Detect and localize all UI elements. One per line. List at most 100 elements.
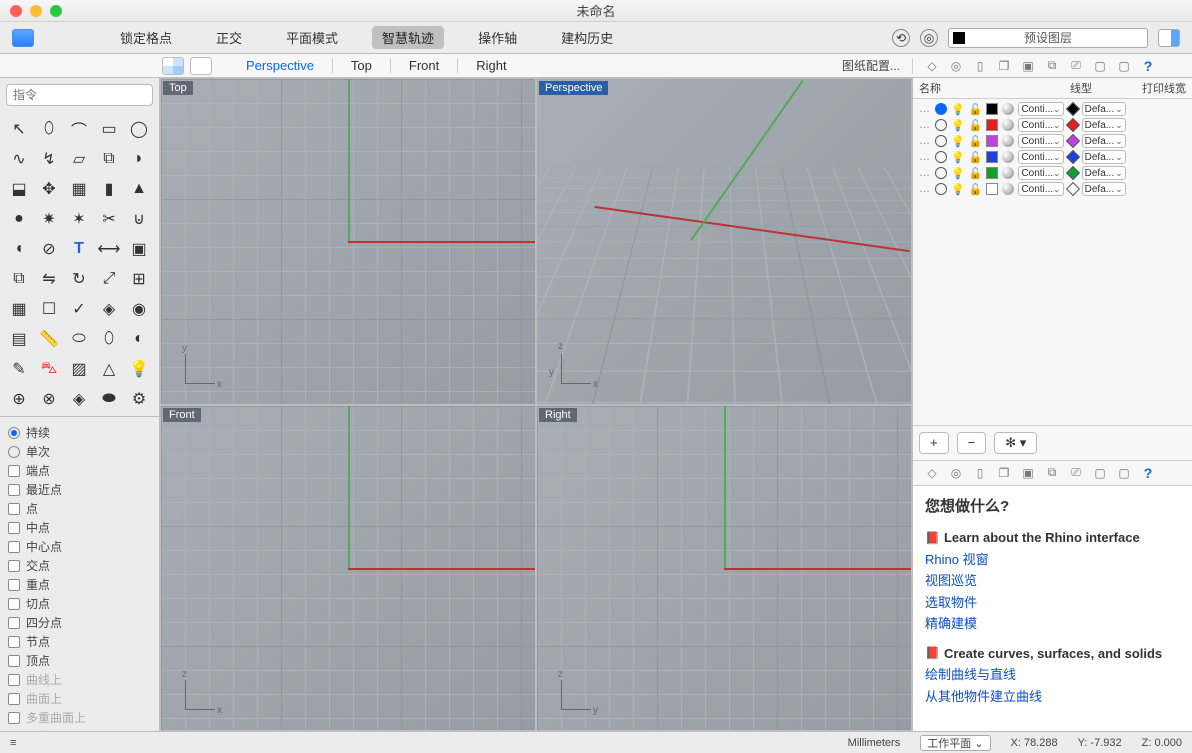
osnap-vertex[interactable]: 顶点 <box>8 651 151 670</box>
select-icon[interactable]: ☐ <box>36 296 62 322</box>
aid-history[interactable]: 建构历史 <box>551 26 623 49</box>
tool44-icon[interactable]: △ <box>96 356 122 382</box>
tool46-icon[interactable]: ⊕ <box>6 386 32 412</box>
display-icon[interactable]: ⎚ <box>1067 465 1085 481</box>
lock-icon[interactable]: 🔓 <box>969 119 983 132</box>
osnap-knot[interactable]: 节点 <box>8 632 151 651</box>
osnap-tan[interactable]: 切点 <box>8 594 151 613</box>
viewport-layout-icon[interactable] <box>162 57 184 75</box>
fillet-icon[interactable]: ◖ <box>6 236 32 262</box>
aid-gumball[interactable]: 操作轴 <box>468 26 527 49</box>
check-icon[interactable]: ✓ <box>66 296 92 322</box>
materials-icon[interactable]: ⧉ <box>1043 58 1061 74</box>
osnap-oneshot[interactable]: 单次 <box>8 442 151 461</box>
help-icon[interactable]: ? <box>1139 58 1157 74</box>
car-icon[interactable]: ⛍ <box>36 356 62 382</box>
tool47-icon[interactable]: ⊗ <box>36 386 62 412</box>
light-icon[interactable]: 💡 <box>126 356 152 382</box>
panel-toggle-icon[interactable] <box>1158 29 1180 47</box>
record-icon[interactable]: ⟲ <box>892 29 910 47</box>
layout-config-link[interactable]: 图纸配置... <box>842 57 900 74</box>
move-icon[interactable]: ✥ <box>36 176 62 202</box>
layer-row[interactable]: … 💡 🔓 Conti... Defa... <box>913 165 1192 181</box>
linetype-dropdown[interactable]: Conti... <box>1018 118 1063 132</box>
tool49-icon[interactable]: ⬬ <box>96 386 122 412</box>
osnap-end[interactable]: 端点 <box>8 461 151 480</box>
mirror-icon[interactable]: ⇋ <box>36 266 62 292</box>
pipe-icon[interactable]: ◗ <box>126 146 152 172</box>
tab-front[interactable]: Front <box>390 58 457 73</box>
camera-icon[interactable]: ▣ <box>1019 465 1037 481</box>
layer-row[interactable]: … 💡 🔓 Conti... Defa... <box>913 101 1192 117</box>
sphere-icon[interactable]: ● <box>6 206 32 232</box>
aid-smarttrack[interactable]: 智慧轨迹 <box>372 26 444 49</box>
print-color-icon[interactable] <box>1066 102 1080 116</box>
group-icon[interactable]: ▣ <box>126 236 152 262</box>
gear-icon[interactable]: ✷ <box>36 206 62 232</box>
minimize-icon[interactable] <box>30 5 42 17</box>
scale-icon[interactable]: ⤢ <box>96 266 122 292</box>
visibility-icon[interactable]: 💡 <box>951 151 965 164</box>
color-swatch[interactable] <box>986 151 998 163</box>
linetype-dropdown[interactable]: Conti... <box>1018 102 1063 116</box>
screen-icon[interactable]: ▢ <box>1091 465 1109 481</box>
osnap-int[interactable]: 交点 <box>8 556 151 575</box>
measure-icon[interactable]: 📏 <box>36 326 62 352</box>
visibility-icon[interactable]: 💡 <box>951 103 965 116</box>
menu-icon[interactable]: ≡ <box>10 737 15 749</box>
current-layer-icon[interactable] <box>935 103 947 115</box>
lasso-icon[interactable]: ⬯ <box>36 116 62 142</box>
explode-icon[interactable]: ✶ <box>66 206 92 232</box>
osnap-near[interactable]: 最近点 <box>8 480 151 499</box>
sun-icon[interactable]: ◎ <box>947 465 965 481</box>
lock-icon[interactable]: 🔓 <box>969 151 983 164</box>
close-icon[interactable] <box>10 5 22 17</box>
viewport-right[interactable]: Right yz <box>537 406 911 731</box>
help-link-window[interactable]: Rhino 视窗 <box>925 550 1180 570</box>
command-input[interactable] <box>6 84 153 106</box>
text-icon[interactable]: T <box>66 236 92 262</box>
box-icon[interactable]: ❐ <box>995 465 1013 481</box>
lock-icon[interactable]: 🔓 <box>969 135 983 148</box>
current-layer-icon[interactable] <box>935 151 947 163</box>
linetype-dropdown[interactable]: Conti... <box>1018 182 1063 196</box>
mesh-icon[interactable]: ◈ <box>96 296 122 322</box>
printwidth-dropdown[interactable]: Defa... <box>1082 118 1126 132</box>
aid-ortho[interactable]: 正交 <box>206 26 252 49</box>
osnap-point[interactable]: 点 <box>8 499 151 518</box>
document-icon[interactable]: ▯ <box>971 465 989 481</box>
screen2-icon[interactable]: ▢ <box>1115 58 1133 74</box>
rotate-icon[interactable]: ↻ <box>66 266 92 292</box>
viewport-perspective[interactable]: Perspective xzy <box>537 79 911 404</box>
printwidth-dropdown[interactable]: Defa... <box>1082 182 1126 196</box>
linetype-dropdown[interactable]: Conti... <box>1018 166 1063 180</box>
screen2-icon[interactable]: ▢ <box>1115 465 1133 481</box>
print-color-icon[interactable] <box>1066 182 1080 196</box>
print-color-icon[interactable] <box>1066 166 1080 180</box>
layers-icon[interactable]: ◇ <box>923 58 941 74</box>
tab-perspective[interactable]: Perspective <box>228 58 332 73</box>
dim-icon[interactable]: ⟷ <box>96 236 122 262</box>
polyline-icon[interactable]: ↯ <box>36 146 62 172</box>
tab-top[interactable]: Top <box>332 58 390 73</box>
document-icon[interactable]: ▯ <box>971 58 989 74</box>
print-color-icon[interactable] <box>1066 150 1080 164</box>
osnap-quad[interactable]: 四分点 <box>8 613 151 632</box>
material-icon[interactable] <box>1002 167 1014 179</box>
layer-row[interactable]: … 💡 🔓 Conti... Defa... <box>913 149 1192 165</box>
color-swatch[interactable] <box>986 135 998 147</box>
osnap-perp[interactable]: 重点 <box>8 575 151 594</box>
osnap-mid[interactable]: 中点 <box>8 518 151 537</box>
material-icon[interactable] <box>1002 135 1014 147</box>
osnap-persistent[interactable]: 持续 <box>8 423 151 442</box>
material-icon[interactable] <box>1002 103 1014 115</box>
materials-icon[interactable]: ⧉ <box>1043 465 1061 481</box>
linetype-dropdown[interactable]: Conti... <box>1018 150 1063 164</box>
sidebar-toggle-icon[interactable] <box>12 29 34 47</box>
curve-icon[interactable]: ∿ <box>6 146 32 172</box>
printwidth-dropdown[interactable]: Defa... <box>1082 102 1126 116</box>
viewport-top[interactable]: Top xy <box>161 79 535 404</box>
screen-icon[interactable]: ▢ <box>1091 58 1109 74</box>
join-icon[interactable]: ⊍ <box>126 206 152 232</box>
render-icon[interactable]: ◉ <box>126 296 152 322</box>
